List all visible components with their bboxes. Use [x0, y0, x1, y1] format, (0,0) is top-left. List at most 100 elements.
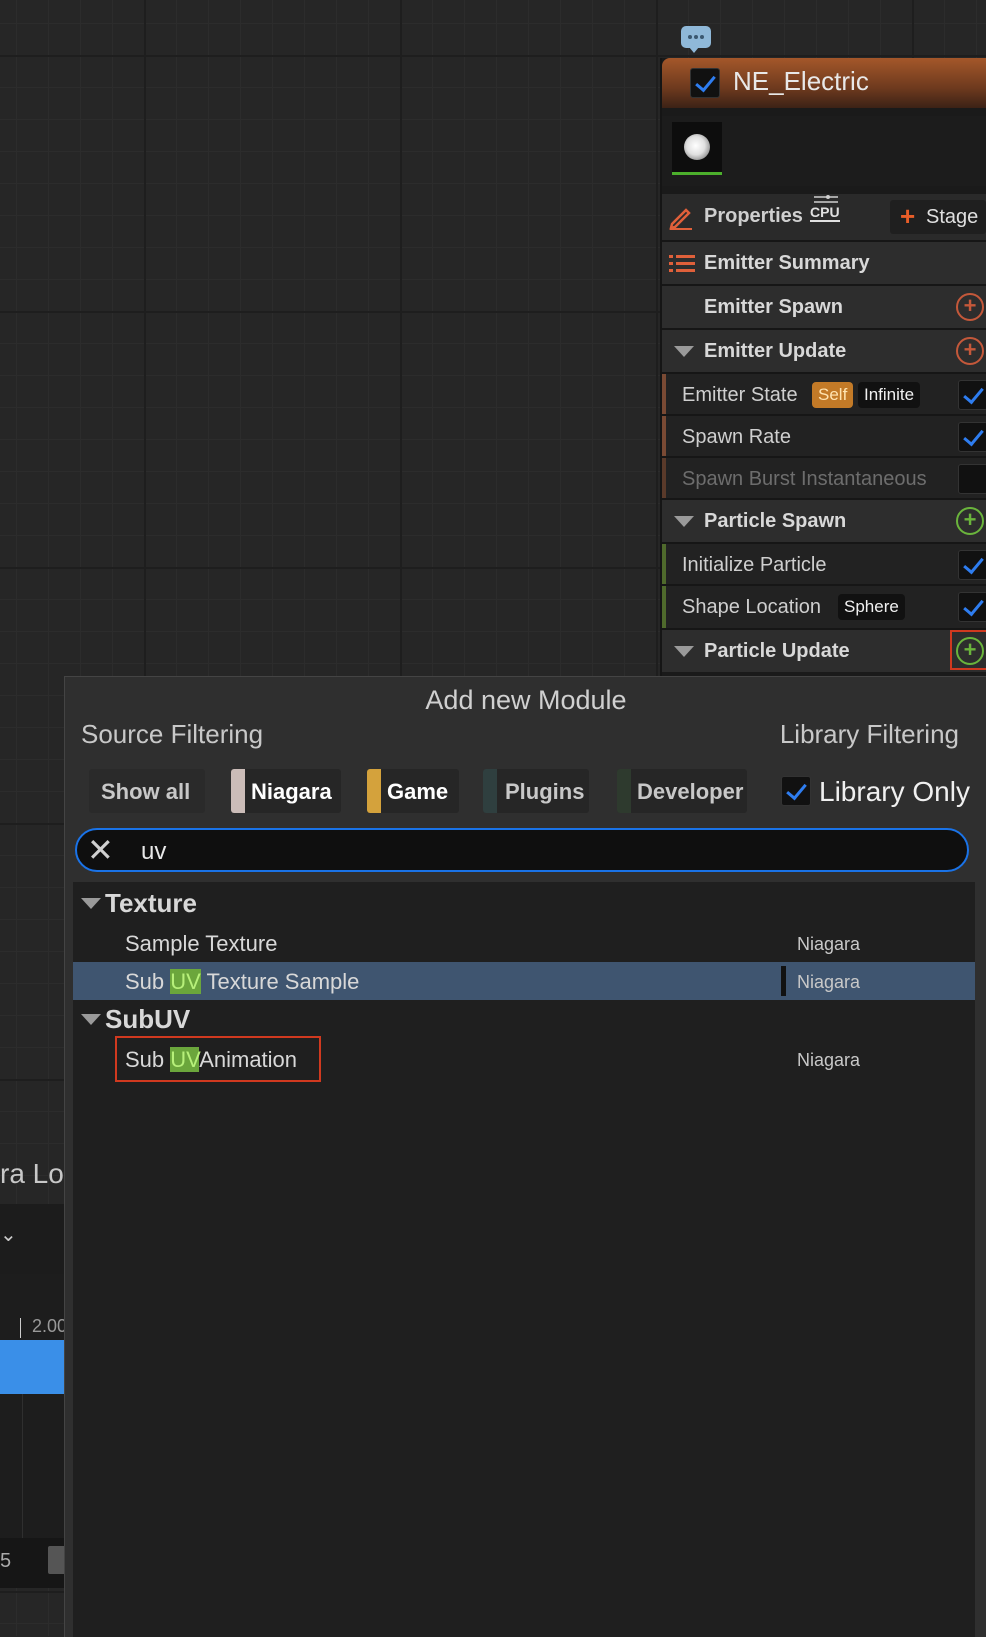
spawn-burst-label: Spawn Burst Instantaneous	[682, 468, 927, 490]
emitter-enable-checkbox[interactable]	[690, 68, 720, 98]
filter-game-label: Game	[387, 779, 449, 804]
module-stripe	[662, 586, 666, 628]
result-source: Niagara	[797, 934, 861, 954]
module-search-input[interactable]: ✕ uv	[75, 828, 969, 872]
category-label: SubUV	[105, 1004, 191, 1034]
sphere-badge: Sphere	[838, 594, 905, 620]
add-module-emitter-spawn-icon[interactable]: +	[956, 293, 984, 321]
filter-game-button[interactable]: Game	[367, 769, 459, 813]
module-row-spawn-rate[interactable]: Spawn Rate	[662, 414, 986, 458]
emitter-thumbnail-area	[662, 116, 986, 186]
filter-show-all-button[interactable]: Show all	[89, 769, 205, 813]
module-stripe	[662, 374, 666, 416]
module-stripe	[662, 544, 666, 586]
emitter-summary-row[interactable]: Emitter Summary	[662, 240, 986, 284]
chevron-down-icon[interactable]: ⌄	[0, 1222, 17, 1247]
module-row-spawn-burst[interactable]: Spawn Burst Instantaneous	[662, 456, 986, 500]
particle-spawn-section[interactable]: Particle Spawn +	[662, 498, 986, 542]
module-results-list[interactable]: Texture Sample Texture Niagara Sub UV Te…	[73, 882, 975, 1637]
source-filtering-label: Source Filtering	[81, 719, 264, 749]
result-sample-texture[interactable]: Sample Texture Niagara	[73, 924, 975, 962]
emitter-thumbnail[interactable]	[672, 122, 722, 175]
stage-label: Stage	[926, 206, 979, 228]
filter-developer-label: Developer	[637, 779, 744, 804]
collapse-triangle-icon[interactable]	[81, 898, 101, 909]
module-row-emitter-state[interactable]: Emitter State Self Infinite	[662, 372, 986, 416]
popup-title: Add new Module	[425, 685, 627, 715]
bottom-toolbar: 5	[0, 1538, 64, 1588]
shape-location-checkbox[interactable]	[958, 592, 986, 622]
emitter-update-section[interactable]: Emitter Update +	[662, 328, 986, 372]
result-source: Niagara	[797, 972, 861, 992]
spawn-rate-checkbox[interactable]	[958, 422, 986, 452]
timeline-track-bar[interactable]	[0, 1340, 64, 1394]
category-subuv[interactable]: SubUV	[73, 1000, 975, 1038]
particle-update-section[interactable]: Particle Update +	[662, 628, 986, 672]
filter-color-bar	[483, 769, 497, 813]
filter-niagara-label: Niagara	[251, 779, 332, 804]
bottom-button[interactable]	[48, 1546, 64, 1574]
result-source: Niagara	[797, 1050, 861, 1070]
category-texture[interactable]: Texture	[73, 884, 975, 922]
initialize-particle-checkbox[interactable]	[958, 550, 986, 580]
filter-niagara-button[interactable]: Niagara	[231, 769, 341, 813]
module-row-shape-location[interactable]: Shape Location Sphere	[662, 584, 986, 628]
collapse-triangle-icon[interactable]	[81, 1014, 101, 1025]
timeline-value: 2.00	[32, 1316, 68, 1336]
emitter-summary-label: Emitter Summary	[704, 252, 870, 274]
properties-bar[interactable]: Properties CPU + Stage	[662, 194, 986, 240]
emitter-node[interactable]: NE_Electric Properties CPU + Stage Emitt…	[660, 58, 986, 678]
emitter-state-checkbox[interactable]	[958, 380, 986, 410]
add-module-particle-spawn-icon[interactable]: +	[956, 507, 984, 535]
category-label: Texture	[105, 888, 197, 918]
filter-color-bar	[367, 769, 381, 813]
emitter-node-header[interactable]: NE_Electric	[662, 58, 986, 108]
result-label: Sample Texture	[125, 931, 278, 956]
module-row-initialize-particle[interactable]: Initialize Particle	[662, 542, 986, 586]
highlight-box	[115, 1036, 321, 1082]
spawn-burst-checkbox[interactable]	[958, 464, 986, 494]
spawn-rate-label: Spawn Rate	[682, 426, 791, 448]
emitter-title: NE_Electric	[733, 66, 869, 96]
initialize-particle-label: Initialize Particle	[682, 554, 827, 576]
properties-label: Properties	[704, 205, 803, 227]
particle-update-label: Particle Update	[704, 640, 850, 662]
timeline-panel[interactable]: 2.00	[0, 1274, 68, 1538]
result-label: Sub UV Texture Sample	[125, 969, 360, 994]
filter-plugins-label: Plugins	[505, 779, 585, 804]
search-query-text: uv	[141, 838, 167, 865]
add-stage-button[interactable]: + Stage	[890, 200, 986, 234]
module-stripe	[662, 416, 666, 458]
result-sub-uv-animation[interactable]: Sub UVAnimation Niagara	[73, 1036, 975, 1082]
bottom-value: 5	[0, 1550, 12, 1572]
module-stripe	[662, 458, 666, 500]
collapse-triangle-icon[interactable]	[674, 346, 694, 357]
collapse-triangle-icon[interactable]	[674, 516, 694, 527]
library-only-label: Library Only	[819, 776, 970, 807]
add-module-emitter-update-icon[interactable]: +	[956, 337, 984, 365]
add-module-popup[interactable]: Add new Module Source Filtering Library …	[64, 676, 986, 1637]
emitter-state-label: Emitter State	[682, 384, 798, 406]
infinite-badge: Infinite	[858, 382, 921, 408]
library-filtering-label: Library Filtering	[779, 719, 959, 749]
highlight-box	[950, 630, 986, 670]
particle-spawn-label: Particle Spawn	[704, 510, 847, 532]
filter-color-bar	[231, 769, 245, 813]
timeline-tick	[20, 1318, 21, 1338]
collapse-triangle-icon[interactable]	[674, 646, 694, 657]
filter-plugins-button[interactable]: Plugins	[483, 769, 589, 813]
source-separator	[781, 966, 786, 996]
library-only-checkbox[interactable]	[781, 776, 811, 806]
search-match-highlight: UV	[170, 969, 201, 994]
timeline-divider	[22, 1394, 23, 1538]
cpu-badge: CPU	[810, 204, 840, 222]
comment-bubble-icon[interactable]	[681, 26, 711, 53]
filter-developer-button[interactable]: Developer	[617, 769, 747, 813]
clear-search-icon[interactable]: ✕	[87, 833, 114, 867]
filter-color-bar	[617, 769, 631, 813]
emitter-spawn-section[interactable]: Emitter Spawn +	[662, 284, 986, 328]
result-sub-uv-texture-sample[interactable]: Sub UV Texture Sample Niagara	[73, 962, 975, 1000]
shape-location-label: Shape Location	[682, 596, 822, 618]
list-icon	[669, 255, 695, 272]
pencil-icon	[669, 208, 692, 230]
